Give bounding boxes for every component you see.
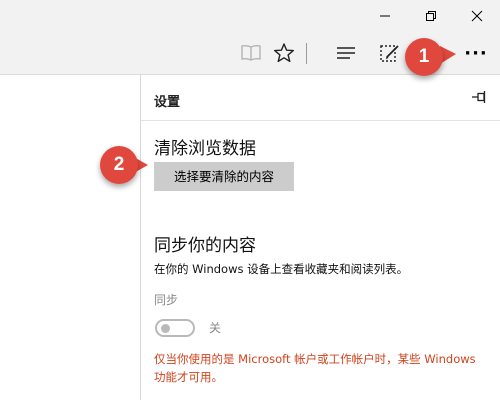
web-note-icon[interactable] bbox=[372, 32, 408, 74]
title-bar bbox=[0, 0, 500, 32]
clear-browsing-data-heading: 清除浏览数据 bbox=[154, 139, 256, 159]
hub-icon[interactable] bbox=[328, 32, 364, 74]
choose-what-to-clear-button[interactable]: 选择要清除的内容 bbox=[154, 162, 294, 191]
pin-icon[interactable] bbox=[471, 89, 489, 105]
sync-toggle-state: 关 bbox=[209, 321, 222, 335]
callout-1: 1 bbox=[405, 38, 443, 76]
sync-label: 同步 bbox=[154, 293, 179, 307]
settings-title: 设置 bbox=[154, 95, 181, 110]
close-icon[interactable] bbox=[454, 0, 500, 32]
account-warning: 仅当你使用的是 Microsoft 帐户或工作帐户时，某些 Windows 功能… bbox=[154, 352, 476, 384]
sync-description: 在你的 Windows 设备上查看收藏夹和阅读列表。 bbox=[154, 262, 409, 276]
favorites-star-icon[interactable] bbox=[266, 32, 302, 74]
callout-2: 2 bbox=[100, 146, 138, 184]
callout-1-pointer bbox=[440, 46, 456, 64]
minimize-icon[interactable] bbox=[362, 0, 408, 32]
restore-icon[interactable] bbox=[408, 0, 454, 32]
sync-content-heading: 同步你的内容 bbox=[154, 236, 256, 256]
settings-panel: 设置 清除浏览数据 选择要清除的内容 同步你的内容 在你的 Windows 设备… bbox=[140, 75, 500, 400]
toolbar-separator bbox=[306, 43, 307, 64]
toggle-knob bbox=[161, 324, 170, 333]
sync-toggle[interactable] bbox=[155, 319, 195, 337]
more-icon[interactable]: ··· bbox=[458, 32, 494, 74]
settings-header: 设置 bbox=[141, 75, 500, 121]
reading-view-icon[interactable] bbox=[233, 32, 269, 74]
